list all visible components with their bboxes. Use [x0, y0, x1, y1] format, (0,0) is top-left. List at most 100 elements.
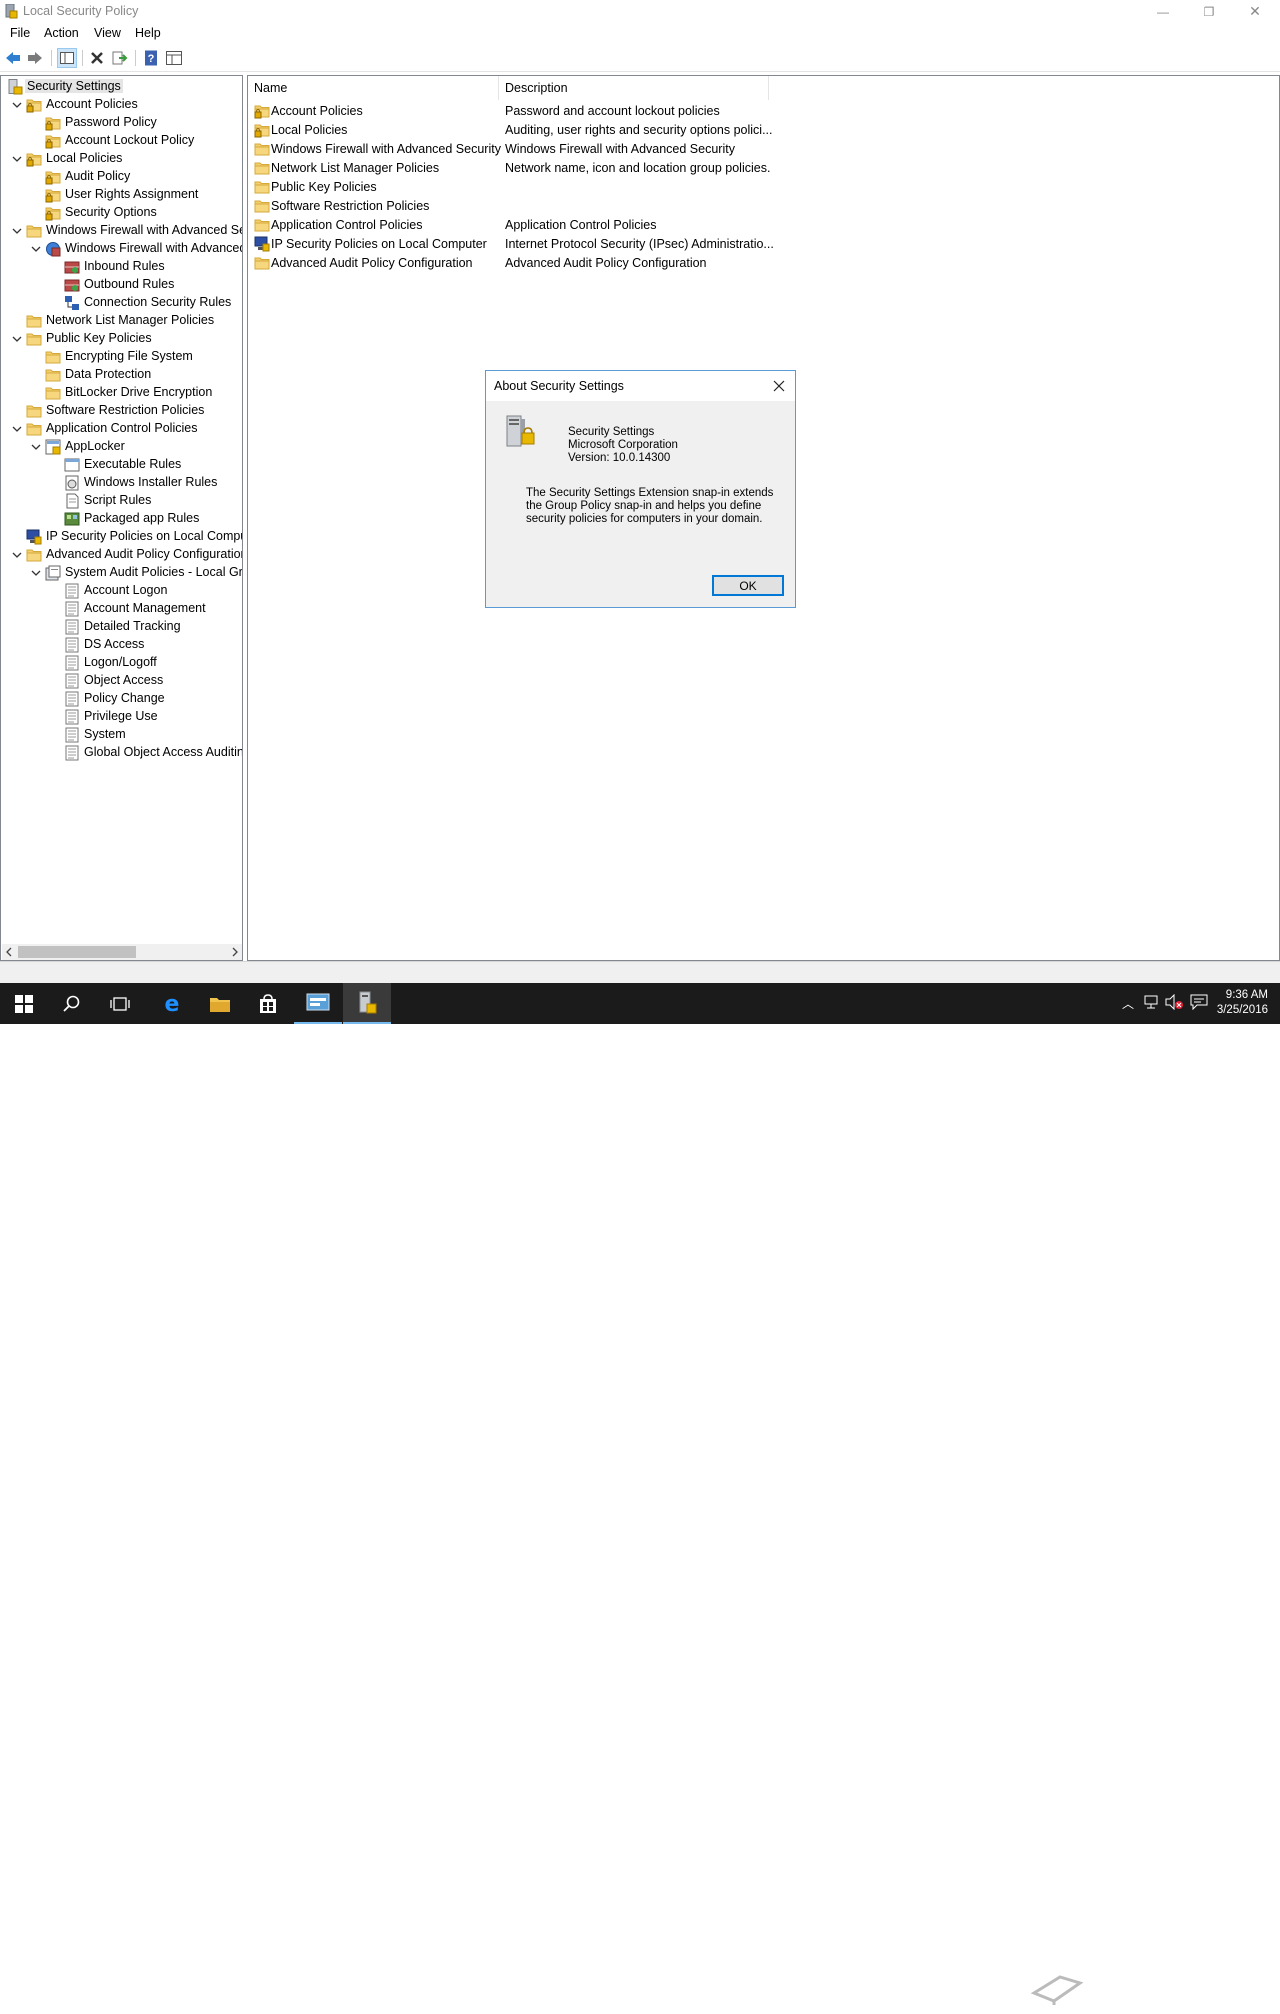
tree-item-logon-logoff[interactable]: Logon/Logoff: [1, 654, 242, 672]
task-view-button[interactable]: [96, 983, 144, 1024]
rules-icon: [64, 277, 80, 293]
network-icon[interactable]: [1143, 995, 1159, 1009]
restore-button[interactable]: ❐: [1186, 0, 1232, 23]
tree-item-label: Windows Firewall with Advanced Secu: [46, 223, 243, 237]
tree-item-advanced-audit-policy-configuration[interactable]: Advanced Audit Policy Configuration: [1, 546, 242, 564]
menu-help[interactable]: Help: [135, 26, 161, 40]
tree-item-outbound-rules[interactable]: Outbound Rules: [1, 276, 242, 294]
export-list-icon[interactable]: [110, 48, 130, 68]
list-item-ip-security-policies-on-local-computer[interactable]: IP Security Policies on Local Computer In…: [248, 235, 1278, 254]
column-header-description[interactable]: Description: [499, 76, 769, 100]
close-button[interactable]: ✕: [1232, 0, 1278, 23]
menu-action[interactable]: Action: [44, 26, 79, 40]
ok-button[interactable]: OK: [712, 575, 784, 596]
tree-pane[interactable]: Security Settings Account Policies Passwor…: [0, 75, 243, 961]
tree-item-inbound-rules[interactable]: Inbound Rules: [1, 258, 242, 276]
tree-item-object-access[interactable]: Object Access: [1, 672, 242, 690]
tree-item-account-logon[interactable]: Account Logon: [1, 582, 242, 600]
tree-item-connection-security-rules[interactable]: Connection Security Rules: [1, 294, 242, 312]
tree-item-windows-installer-rules[interactable]: Windows Installer Rules: [1, 474, 242, 492]
list-item-advanced-audit-policy-configuration[interactable]: Advanced Audit Policy Configuration Advan…: [248, 254, 1278, 273]
tree-item-application-control-policies[interactable]: Application Control Policies: [1, 420, 242, 438]
tree-item-applocker[interactable]: AppLocker: [1, 438, 242, 456]
tree-item-account-management[interactable]: Account Management: [1, 600, 242, 618]
tree-item-security-settings[interactable]: Security Settings: [1, 78, 242, 96]
tree-item-security-options[interactable]: Security Options: [1, 204, 242, 222]
column-header-name[interactable]: Name: [248, 76, 499, 100]
tree-item-public-key-policies[interactable]: Public Key Policies: [1, 330, 242, 348]
expand-chevron-icon[interactable]: [31, 442, 41, 452]
tree-item-label: Local Policies: [46, 151, 123, 165]
help-icon[interactable]: ?: [141, 48, 161, 68]
expand-chevron-icon[interactable]: [12, 226, 22, 236]
volume-muted-icon[interactable]: [1165, 994, 1183, 1010]
tree-item-windows-firewall-with-advanced[interactable]: Windows Firewall with Advanced: [1, 240, 242, 258]
edge-taskbar-button[interactable]: e: [148, 983, 196, 1024]
dialog-close-button[interactable]: [769, 376, 789, 396]
expand-chevron-icon[interactable]: [12, 550, 22, 560]
tree-item-label: Packaged app Rules: [84, 511, 200, 525]
tree-item-ip-security-policies-on-local-compute[interactable]: IP Security Policies on Local Compute: [1, 528, 242, 546]
audit-doc-icon: [64, 745, 80, 761]
forward-arrow-icon[interactable]: [25, 48, 45, 68]
properties-icon[interactable]: [164, 48, 184, 68]
back-arrow-icon[interactable]: [3, 48, 23, 68]
list-item-account-policies[interactable]: Account Policies Password and account loc…: [248, 102, 1278, 121]
file-explorer-taskbar-button[interactable]: [196, 983, 244, 1024]
expand-chevron-icon[interactable]: [12, 334, 22, 344]
tree-item-privilege-use[interactable]: Privilege Use: [1, 708, 242, 726]
scroll-right-icon[interactable]: [230, 947, 240, 957]
tree-item-audit-policy[interactable]: Audit Policy: [1, 168, 242, 186]
start-button[interactable]: [0, 983, 48, 1024]
expand-chevron-icon[interactable]: [12, 100, 22, 110]
tree-item-ds-access[interactable]: DS Access: [1, 636, 242, 654]
scrollbar-thumb[interactable]: [18, 946, 136, 958]
delete-icon[interactable]: [87, 48, 107, 68]
tree-item-windows-firewall-with-advanced-secu[interactable]: Windows Firewall with Advanced Secu: [1, 222, 242, 240]
server-manager-taskbar-button[interactable]: [294, 983, 342, 1024]
list-item-public-key-policies[interactable]: Public Key Policies: [248, 178, 1278, 197]
tree-item-encrypting-file-system[interactable]: Encrypting File System: [1, 348, 242, 366]
menu-view[interactable]: View: [94, 26, 121, 40]
list-item-network-list-manager-policies[interactable]: Network List Manager Policies Network nam…: [248, 159, 1278, 178]
tree-item-user-rights-assignment[interactable]: User Rights Assignment: [1, 186, 242, 204]
tree-item-executable-rules[interactable]: Executable Rules: [1, 456, 242, 474]
list-item-windows-firewall-with-advanced-security[interactable]: Windows Firewall with Advanced Security W…: [248, 140, 1278, 159]
system-clock[interactable]: 9:36 AM 3/25/2016: [1217, 988, 1268, 1018]
show-hide-tree-icon[interactable]: [57, 48, 77, 68]
menu-file[interactable]: File: [10, 26, 30, 40]
tree-item-global-object-access-auditing[interactable]: Global Object Access Auditing: [1, 744, 242, 762]
list-item-local-policies[interactable]: Local Policies Auditing, user rights and …: [248, 121, 1278, 140]
tree-item-account-lockout-policy[interactable]: Account Lockout Policy: [1, 132, 242, 150]
tree-item-script-rules[interactable]: Script Rules: [1, 492, 242, 510]
tree-item-network-list-manager-policies[interactable]: Network List Manager Policies: [1, 312, 242, 330]
list-item-software-restriction-policies[interactable]: Software Restriction Policies: [248, 197, 1278, 216]
expand-chevron-icon[interactable]: [31, 568, 41, 578]
tree-item-label: AppLocker: [65, 439, 125, 453]
tree-item-account-policies[interactable]: Account Policies: [1, 96, 242, 114]
tree-item-system-audit-policies-local-grou[interactable]: System Audit Policies - Local Grou: [1, 564, 242, 582]
show-hidden-icons-icon[interactable]: ︿: [1122, 995, 1134, 1012]
scroll-left-icon[interactable]: [4, 947, 14, 957]
local-security-policy-taskbar-button[interactable]: [343, 983, 391, 1024]
search-button[interactable]: [48, 983, 96, 1024]
folder-icon: [254, 217, 270, 233]
tree-item-data-protection[interactable]: Data Protection: [1, 366, 242, 384]
store-taskbar-button[interactable]: [244, 983, 292, 1024]
horizontal-scrollbar[interactable]: [2, 944, 242, 960]
tree-item-software-restriction-policies[interactable]: Software Restriction Policies: [1, 402, 242, 420]
tree-item-system[interactable]: System: [1, 726, 242, 744]
expand-chevron-icon[interactable]: [12, 154, 22, 164]
minimize-button[interactable]: —: [1140, 0, 1186, 23]
script-rules-icon: [64, 493, 80, 509]
tree-item-bitlocker-drive-encryption[interactable]: BitLocker Drive Encryption: [1, 384, 242, 402]
tree-item-detailed-tracking[interactable]: Detailed Tracking: [1, 618, 242, 636]
tree-item-local-policies[interactable]: Local Policies: [1, 150, 242, 168]
tree-item-password-policy[interactable]: Password Policy: [1, 114, 242, 132]
tree-item-packaged-app-rules[interactable]: Packaged app Rules: [1, 510, 242, 528]
expand-chevron-icon[interactable]: [31, 244, 41, 254]
expand-chevron-icon[interactable]: [12, 424, 22, 434]
action-center-icon[interactable]: [1190, 994, 1208, 1010]
tree-item-policy-change[interactable]: Policy Change: [1, 690, 242, 708]
list-item-application-control-policies[interactable]: Application Control Policies Application …: [248, 216, 1278, 235]
